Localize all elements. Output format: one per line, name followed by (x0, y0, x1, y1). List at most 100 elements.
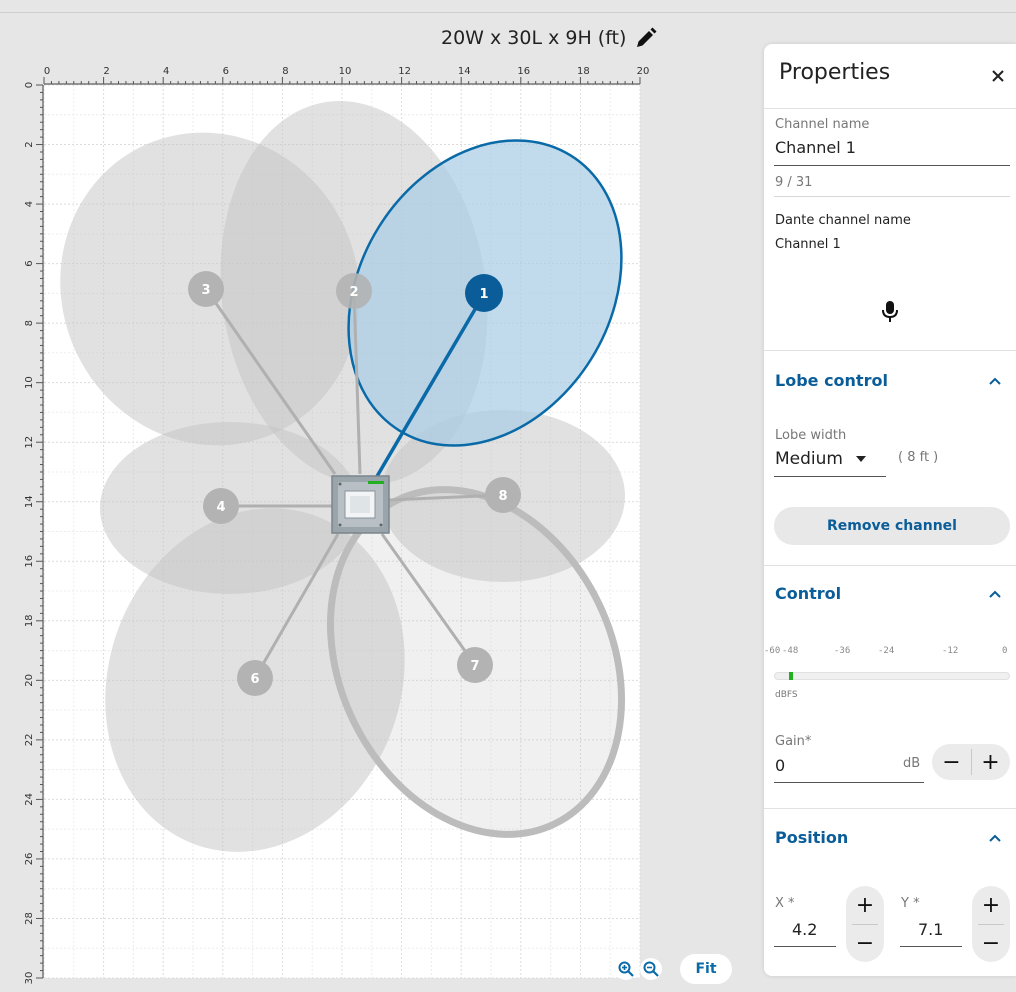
lobe-control-title: Lobe control (775, 371, 888, 390)
count-divider (774, 196, 1010, 197)
remove-channel-button[interactable]: Remove channel (774, 507, 1010, 545)
x-ruler-label: 12 (398, 66, 411, 77)
lobe-width-underline (774, 476, 886, 477)
zoom-in-button[interactable] (615, 958, 637, 980)
zoom-in-icon (618, 961, 634, 977)
channel-name-char-count: 9 / 31 (775, 175, 813, 190)
y-ruler-label: 8 (24, 320, 35, 326)
dropdown-caret-icon (855, 456, 866, 462)
close-icon[interactable] (990, 68, 1006, 84)
microphone-array-device[interactable] (331, 475, 390, 534)
gain-decrease-button[interactable]: − (933, 750, 971, 775)
channel-name-label: Channel name (775, 117, 870, 132)
x-ruler-label: 8 (282, 66, 288, 77)
y-ruler-label: 12 (24, 436, 35, 449)
lobe-marker-4[interactable]: 4 (203, 488, 239, 524)
dante-channel-name-label: Dante channel name (775, 213, 911, 228)
position-title: Position (775, 828, 849, 847)
gain-underline (774, 782, 924, 783)
y-ruler-label: 2 (24, 141, 35, 147)
lobe-width-label: Lobe width (775, 428, 847, 443)
lobe-marker-7[interactable]: 7 (457, 647, 493, 683)
y-stepper: + − (972, 886, 1010, 962)
meter-tick: -48 (782, 646, 799, 656)
y-ruler-label: 16 (24, 555, 35, 568)
position-chevron-up-icon[interactable] (988, 833, 1002, 843)
x-increase-button[interactable]: + (856, 887, 874, 924)
y-ruler-label: 30 (24, 972, 35, 985)
y-ruler-label: 24 (24, 793, 35, 806)
lobe-width-hint: ( 8 ft ) (898, 450, 939, 465)
y-ruler-label: 18 (24, 614, 35, 627)
gain-unit: dB (903, 756, 921, 771)
x-ruler-label: 18 (577, 66, 590, 77)
y-ruler-label: 28 (24, 912, 35, 925)
lobe-marker-8-label: 8 (498, 489, 507, 504)
y-input[interactable]: 7.1 (918, 920, 943, 939)
header-divider (764, 108, 1016, 109)
channel-name-underline (774, 165, 1010, 166)
meter-unit: dBFS (775, 690, 798, 700)
y-label: Y * (901, 896, 920, 911)
x-label: X * (775, 896, 795, 911)
gain-stepper: − + (932, 744, 1010, 780)
lobe-control-divider (764, 350, 1016, 351)
gain-input[interactable]: 0 (775, 756, 785, 775)
x-ruler-label: 0 (44, 66, 50, 77)
x-input[interactable]: 4.2 (792, 920, 817, 939)
x-ruler-label: 14 (458, 66, 471, 77)
lobe-marker-6[interactable]: 6 (237, 660, 273, 696)
meter-tick: -24 (878, 646, 895, 656)
lobe-width-value: Medium (775, 449, 843, 469)
lobe-marker-3-label: 3 (201, 283, 210, 298)
gain-increase-button[interactable]: + (972, 750, 1010, 775)
room-canvas[interactable]: 0 2 4 6 8 10 12 14 16 18 2002468101214161820222426… (0, 0, 760, 992)
channel-name-input[interactable]: Channel 1 (775, 138, 856, 157)
zoom-out-icon (643, 961, 659, 977)
y-increase-button[interactable]: + (982, 887, 1000, 924)
properties-panel: Properties Channel name Channel 1 9 / 31… (764, 44, 1016, 976)
control-title: Control (775, 584, 842, 603)
lobe-marker-3[interactable]: 3 (188, 271, 224, 307)
x-underline (774, 946, 836, 947)
position-divider (764, 808, 1016, 809)
y-ruler-label: 26 (24, 853, 35, 866)
fit-button[interactable]: Fit (680, 954, 732, 984)
control-chevron-up-icon[interactable] (988, 589, 1002, 599)
y-underline (900, 946, 962, 947)
lobe-control-chevron-up-icon[interactable] (988, 376, 1002, 386)
x-ruler-label: 10 (339, 66, 352, 77)
lobe-marker-2[interactable]: 2 (336, 273, 372, 309)
lobe-marker-8[interactable]: 8 (485, 477, 521, 513)
x-ruler-label: 6 (223, 66, 229, 77)
dante-channel-name-value: Channel 1 (775, 237, 841, 252)
lobe-marker-1[interactable]: 1 (465, 274, 503, 312)
microphone-icon (882, 301, 898, 322)
gain-label: Gain* (775, 734, 812, 749)
y-ruler-label: 14 (24, 495, 35, 508)
meter-tick: -12 (942, 646, 959, 656)
lobe-marker-6-label: 6 (250, 672, 259, 687)
y-ruler-label: 0 (24, 82, 35, 88)
x-stepper: + − (846, 886, 884, 962)
lobe-marker-4-label: 4 (216, 500, 225, 515)
y-ruler-label: 4 (24, 201, 35, 207)
lobe-marker-1-label: 1 (479, 287, 488, 302)
y-ruler-label: 20 (24, 674, 35, 687)
y-decrease-button[interactable]: − (982, 925, 1000, 962)
lobe-marker-2-label: 2 (349, 285, 358, 300)
lobe-marker-7-label: 7 (470, 659, 479, 674)
meter-tick: -60 (764, 646, 781, 656)
lobe-width-select[interactable]: Medium (775, 449, 867, 469)
level-meter (774, 672, 1010, 680)
meter-scale: -60 -48 -36 -24 -12 0 (764, 646, 1016, 660)
y-ruler-label: 22 (24, 733, 35, 746)
meter-tick: -36 (834, 646, 851, 656)
level-meter-fill (789, 672, 793, 680)
x-ruler-label: 4 (163, 66, 169, 77)
x-ruler-label: 20 (637, 66, 650, 77)
x-decrease-button[interactable]: − (856, 925, 874, 962)
x-ruler-label: 16 (517, 66, 530, 77)
panel-title: Properties (779, 60, 891, 85)
zoom-out-button[interactable] (640, 958, 662, 980)
